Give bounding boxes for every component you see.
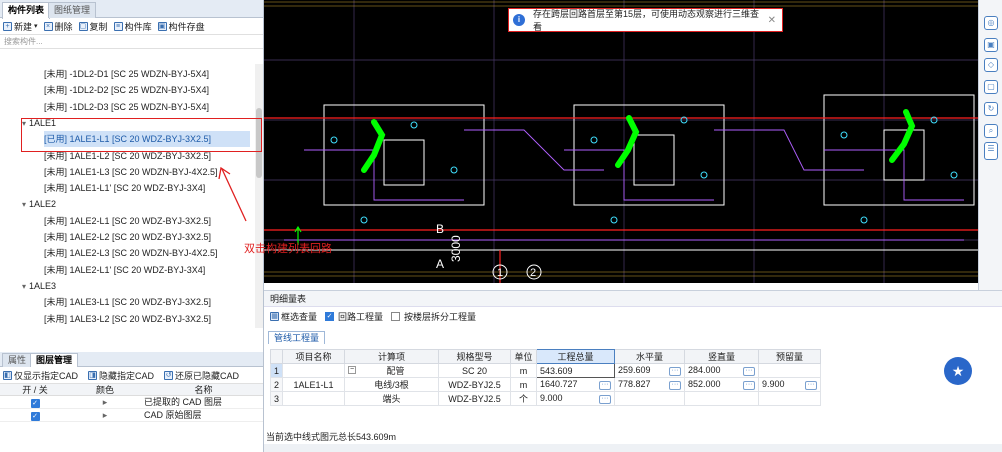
tree-item[interactable]: [未用] 1ALE3-L1 [SC 20 WDZ-BYJ-3X2.5] <box>44 294 211 310</box>
tree-item[interactable]: [未用] -1DL2-D1 [SC 25 WDZN-BYJ-5X4] <box>44 66 209 82</box>
split-by-floor-checkbox[interactable]: 按楼层拆分工程量 <box>391 310 476 323</box>
table-row[interactable]: 1 − 配管 SC 20 m 543.609 259.609 ··· 284.000… <box>269 363 822 378</box>
app-window: 构件列表 图纸管理 + 新建 ▾ × 删除 ▢ 复制 ≡ 构件库 ▣ 构件存盘 搜索构件..… <box>0 0 1002 452</box>
status-text: 当前选中线式图元总长543.609m <box>266 432 397 442</box>
save-icon: ▣ <box>157 21 167 31</box>
search-input[interactable]: 搜索构件... <box>0 35 263 49</box>
show-cad-button[interactable]: ◧ 仅显示指定CAD <box>3 369 78 382</box>
quantity-table: 项目名称 计算项 规格型号 单位 工程总量 水平量 竖直量 预留量 1 − 配管 … <box>269 349 822 406</box>
copy-button[interactable]: ▢ 复制 <box>78 20 108 33</box>
zoom-icon[interactable]: ⌕ <box>984 124 998 138</box>
annotation-text: 双击构建列表回路 <box>244 243 332 255</box>
library-button[interactable]: ≡ 构件库 <box>113 20 152 33</box>
tab-component-list[interactable]: 构件列表 <box>2 2 51 19</box>
tree-item[interactable]: [未用] -1DL2-D2 [SC 25 WDZN-BYJ-5X4] <box>44 82 209 98</box>
hide-cad-button[interactable]: ◨ 隐藏指定CAD <box>88 369 154 382</box>
cube-icon[interactable]: ◇ <box>984 58 998 72</box>
info-icon: i <box>513 14 525 26</box>
orbit-icon[interactable]: ◎ <box>984 16 998 30</box>
tree-item[interactable]: [未用] 1ALE2-L2 [SC 20 WDZ-BYJ-3X2.5] <box>44 229 211 245</box>
tree-scrollbar[interactable] <box>255 64 263 328</box>
assistant-star-button[interactable]: ★ <box>944 357 972 385</box>
new-icon: + <box>3 21 12 31</box>
grid-icon: ▦ <box>270 311 279 321</box>
loop-quantity-checkbox[interactable]: ✓ 回路工程量 <box>325 310 383 323</box>
layer-toggle-checkbox[interactable]: ✓ <box>30 399 40 408</box>
more-icon[interactable]: ··· <box>669 367 682 376</box>
tree-item[interactable]: [未用] -1DL2-D3 [SC 25 WDZN-BYJ-5X4] <box>44 99 209 115</box>
layer-toggle-checkbox[interactable]: ✓ <box>30 412 40 421</box>
save-button[interactable]: ▣ 构件存盘 <box>157 20 205 33</box>
layer-panel: 属性 图层管理 ◧ 仅显示指定CAD ◨ 隐藏指定CAD ↺ 还原已隐藏CAD 开 /… <box>0 352 263 452</box>
library-icon: ≡ <box>113 21 123 31</box>
bottom-toolbar <box>264 444 1002 452</box>
restore-icon: ↺ <box>164 370 174 380</box>
tab-pipeline-quantity[interactable]: 管线工程量 <box>268 331 326 344</box>
delete-button[interactable]: × 删除 <box>43 20 73 33</box>
table-row[interactable]: 2 1ALE1-L1 电线/3根 WDZ-BYJ2.5 m 1640.727 ··… <box>269 377 822 392</box>
tree-item[interactable]: [未用] 1ALE1-L3 [SC 20 WDZN-BYJ-4X2.5] <box>44 164 218 180</box>
more-icon[interactable]: ··· <box>743 381 756 390</box>
rotate-icon[interactable]: ↻ <box>984 102 998 116</box>
more-icon[interactable]: ··· <box>599 395 612 404</box>
tree-group[interactable]: 1ALE3 <box>22 278 56 294</box>
component-toolbar: + 新建 ▾ × 删除 ▢ 复制 ≡ 构件库 ▣ 构件存盘 <box>0 18 263 35</box>
new-button[interactable]: + 新建 ▾ <box>3 20 38 33</box>
layer-row: ✓ ▸ 已提取的 CAD 图层 <box>0 396 263 409</box>
restore-cad-button[interactable]: ↺ 还原已隐藏CAD <box>164 369 239 382</box>
notification-text: 存在跨层回路首层至第15层，可使用动态观察进行三维查看 <box>532 9 759 32</box>
layer-header: 开 / 关 颜色 名称 <box>0 384 263 396</box>
axis-label-a: A <box>436 257 444 271</box>
axis-label-1: 1 <box>497 267 503 279</box>
tree-item[interactable]: [未用] 1ALE1-L1' [SC 20 WDZ-BYJ-3X4] <box>44 180 205 196</box>
total-cell-editing[interactable]: 543.609 <box>536 363 616 378</box>
delete-icon: × <box>43 21 53 31</box>
tab-properties[interactable]: 属性 <box>2 353 33 367</box>
floor-plan-drawing: B A 3000 1 2 <box>264 0 978 283</box>
tab-drawing-management[interactable]: 图纸管理 <box>48 2 97 18</box>
axis-label-b: B <box>436 222 444 236</box>
collapse-icon[interactable]: − <box>348 366 357 374</box>
detail-panel: 明细量表 ▦ 框选查量 ✓ 回路工程量 按楼层拆分工程量 管线工程量 项目名称 计算… <box>264 290 1002 452</box>
left-tabbar: 构件列表 图纸管理 <box>0 0 263 19</box>
filter-button[interactable]: ▦ 框选查量 <box>270 310 317 323</box>
bottom-tabbar: 属性 图层管理 <box>0 352 263 367</box>
tree-item[interactable]: [未用] 1ALE2-L1' [SC 20 WDZ-BYJ-3X4] <box>44 262 205 278</box>
notification-toast: i 存在跨层回路首层至第15层，可使用动态观察进行三维查看 ✕ <box>508 8 783 32</box>
detail-title: 明细量表 <box>264 291 1002 307</box>
tab-layer-management[interactable]: 图层管理 <box>30 353 79 367</box>
3d-view-icon[interactable]: ▣ <box>984 38 998 52</box>
table-row[interactable]: 3 端头 WDZ-BYJ2.5 个 9.000 ··· <box>269 391 822 406</box>
axis-label-2: 2 <box>530 267 536 279</box>
tree-group[interactable]: 1ALE2 <box>22 196 56 212</box>
hide-icon: ◨ <box>88 370 98 380</box>
layer-grid: 开 / 关 颜色 名称 ✓ ▸ 已提取的 CAD 图层 ✓ ▸ CAD 原始图层 <box>0 384 263 422</box>
layer-icon: ◧ <box>3 370 12 380</box>
tree-item[interactable]: [未用] 1ALE3-L2 [SC 20 WDZ-BYJ-3X2.5] <box>44 311 211 327</box>
copy-icon: ▢ <box>78 21 88 31</box>
view-toolbar: ◎ ▣ ◇ ▢ ↻ ⌕ ☰ <box>978 0 1002 290</box>
view-top-icon[interactable]: ▢ <box>984 80 998 94</box>
settings-icon[interactable]: ☰ <box>984 142 998 160</box>
tree-item[interactable]: [未用] 1ALE2-L1 [SC 20 WDZ-BYJ-3X2.5] <box>44 213 211 229</box>
annotation-arrow-icon <box>218 166 247 222</box>
more-icon[interactable]: ··· <box>599 381 612 390</box>
star-icon: ★ <box>951 363 965 379</box>
highlight-box <box>21 118 262 152</box>
close-icon[interactable]: ✕ <box>768 15 776 26</box>
tree-item[interactable]: [未用] 1ALE2-L3 [SC 20 WDZN-BYJ-4X2.5] <box>44 245 218 261</box>
cad-canvas[interactable]: B A 3000 1 2 <box>264 0 978 283</box>
component-panel: 构件列表 图纸管理 + 新建 ▾ × 删除 ▢ 复制 ≡ 构件库 ▣ 构件存盘 搜索构件..… <box>0 0 264 452</box>
more-icon[interactable]: ··· <box>669 381 682 390</box>
detail-toolbar: ▦ 框选查量 ✓ 回路工程量 按楼层拆分工程量 <box>264 307 1002 325</box>
layer-row: ✓ ▸ CAD 原始图层 <box>0 409 263 422</box>
more-icon[interactable]: ··· <box>743 367 756 376</box>
dimension-label: 3000 <box>449 235 463 262</box>
layer-toolbar: ◧ 仅显示指定CAD ◨ 隐藏指定CAD ↺ 还原已隐藏CAD <box>0 367 263 384</box>
more-icon[interactable]: ··· <box>805 381 818 390</box>
